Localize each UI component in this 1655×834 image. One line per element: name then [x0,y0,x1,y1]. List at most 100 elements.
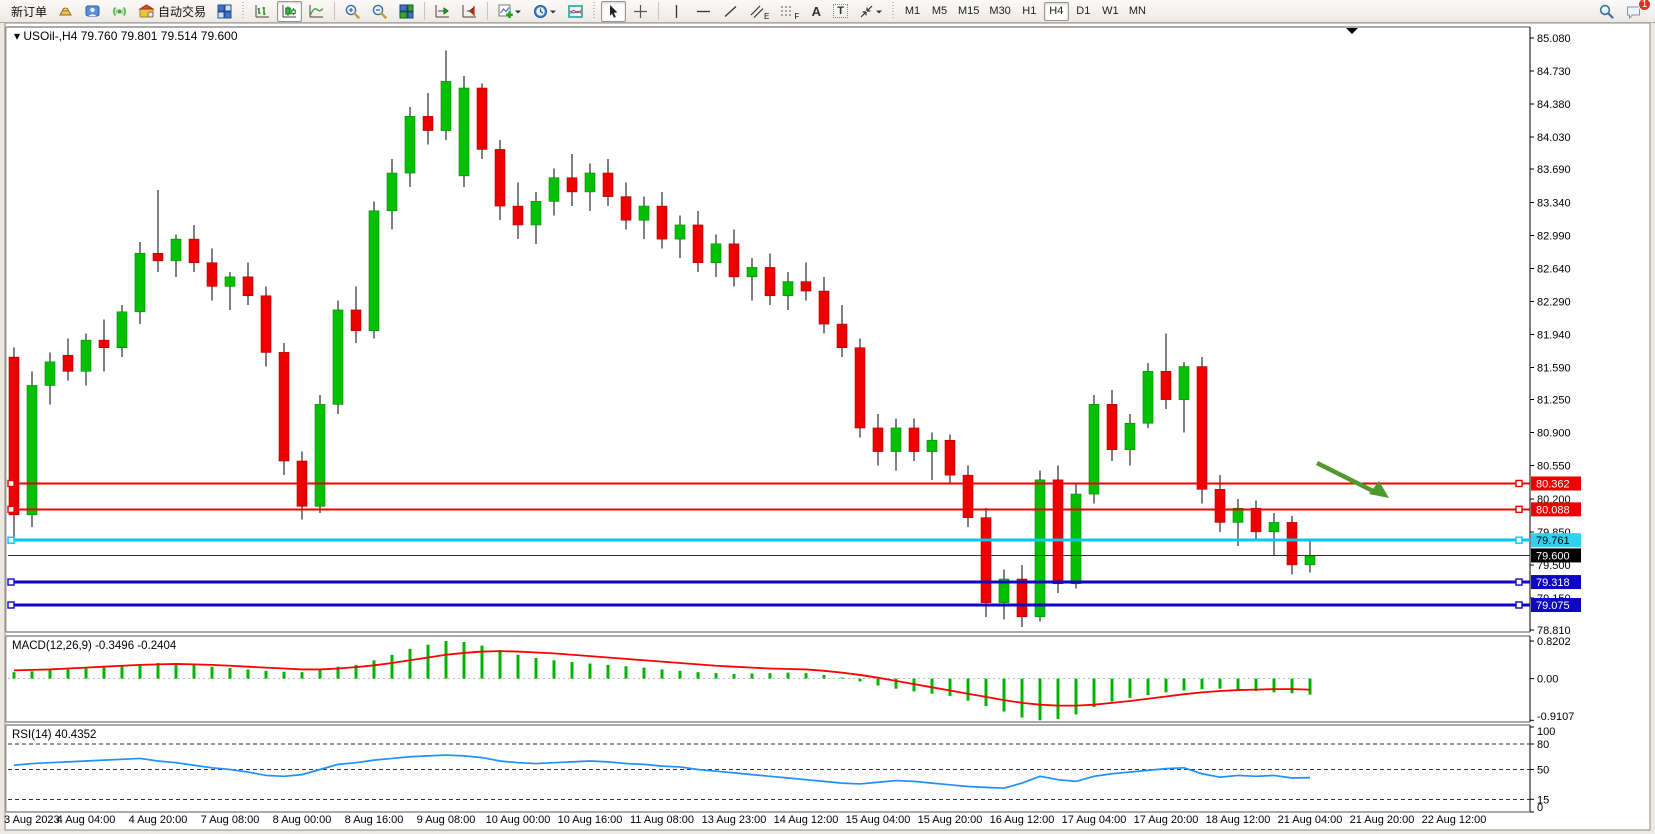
auto-scroll-button[interactable] [430,1,455,22]
bear-candle [567,178,577,192]
bear-candle [657,206,667,239]
price-tick-label: 83.690 [1537,164,1571,176]
horizontal-line-icon [695,3,712,20]
search-button[interactable] [1594,1,1619,22]
text-button[interactable]: A [805,1,827,22]
time-tick-label: 16 Aug 12:00 [990,814,1055,826]
timeframe-h1-button[interactable]: H1 [1017,2,1042,21]
bull-candle [1179,367,1189,400]
line-anchor[interactable] [1516,537,1522,543]
bull-candle [387,173,397,211]
cursor-button[interactable] [601,1,626,22]
price-tick-label: 82.990 [1537,230,1571,242]
auto-scroll-icon [434,3,451,20]
timeframe-w1-button[interactable]: W1 [1098,2,1123,21]
crosshair-button[interactable] [628,1,653,22]
text-label-button[interactable]: T [829,1,852,22]
bar-chart-button[interactable] [250,1,275,22]
zoom-out-button[interactable] [367,1,392,22]
toolbar-grip [241,2,246,20]
dropdown-arrow-icon [514,3,522,20]
line-anchor[interactable] [1516,506,1522,512]
bear-candle [981,518,991,603]
bear-candle [621,197,631,221]
chart-shift-button[interactable] [457,1,482,22]
timeframe-d1-button[interactable]: D1 [1071,2,1096,21]
line-anchor[interactable] [1516,579,1522,585]
bull-candle [1125,423,1135,449]
line-chart-button[interactable] [304,1,329,22]
bull-candle [225,277,235,286]
vertical-line-icon [668,3,685,20]
bear-candle [837,324,847,348]
timeframe-h4-button[interactable]: H4 [1044,2,1069,21]
chart-window[interactable]: ▾ USOil-,H4 79.760 79.801 79.514 79.600M… [0,23,1655,834]
new-order-button[interactable]: 新订单 [4,1,51,22]
bull-candle [675,225,685,239]
indicators-button[interactable] [563,1,588,22]
zoom-in-button[interactable] [340,1,365,22]
bull-candle [549,178,559,202]
price-line-axis-label: 79.600 [1536,550,1570,562]
horizontal-line-button[interactable] [691,1,716,22]
vertical-line-button[interactable] [664,1,689,22]
signals-button[interactable] [107,1,132,22]
candlestick-chart-button[interactable] [277,1,302,22]
notifications-button[interactable]: 1 [1621,1,1646,22]
bull-candle [45,362,55,386]
line-anchor[interactable] [8,602,14,608]
arrows-button[interactable] [854,1,887,22]
tile-windows-button[interactable] [394,1,419,22]
bear-candle [477,88,487,149]
bear-candle [207,263,217,287]
top-toolbar: 新订单 自动交易 [0,0,1655,23]
bull-candle [639,206,649,220]
time-tick-label: 17 Aug 20:00 [1134,814,1199,826]
market-watch-button[interactable] [53,1,78,22]
bear-candle [963,475,973,517]
bear-candle [153,253,163,261]
price-tick-label: 83.340 [1537,197,1571,209]
bull-candle [333,310,343,404]
text-tool-glyph: A [812,4,821,19]
bear-candle [945,440,955,475]
line-anchor[interactable] [1516,602,1522,608]
line-anchor[interactable] [8,480,14,486]
time-tick-label: 14 Aug 12:00 [774,814,839,826]
line-anchor[interactable] [8,506,14,512]
bear-candle [1017,579,1027,617]
time-tick-label: 18 Aug 12:00 [1206,814,1271,826]
price-line-axis-label: 80.088 [1536,504,1570,516]
workspace-button[interactable] [212,1,237,22]
trendline-button[interactable] [718,1,743,22]
line-anchor[interactable] [8,537,14,543]
bull-candle [315,404,325,506]
auto-trading-label: 自动交易 [158,3,206,20]
timeframe-m5-button[interactable]: M5 [927,2,952,21]
line-anchor[interactable] [1516,480,1522,486]
bear-candle [603,173,613,197]
fibonacci-button[interactable]: F [775,1,803,22]
time-tick-label: 21 Aug 20:00 [1350,814,1415,826]
new-chart-button[interactable] [493,1,526,22]
price-line-axis-label: 79.318 [1536,577,1570,589]
gold-ingot-icon [57,3,74,20]
bear-candle [1107,404,1117,449]
bull-candle [441,81,451,130]
auto-trading-button[interactable]: 自动交易 [134,1,210,22]
chart-period-button[interactable] [528,1,561,22]
bull-candle [117,312,127,348]
timeframe-m15-button[interactable]: M15 [954,2,983,21]
timeframe-m30-button[interactable]: M30 [985,2,1014,21]
equidistant-channel-button[interactable]: E [745,1,773,22]
usoil-h4-chart[interactable]: ▾ USOil-,H4 79.760 79.801 79.514 79.600M… [0,23,1655,834]
line-anchor[interactable] [8,579,14,585]
label-tool-glyph: T [833,4,848,18]
community-button[interactable] [80,1,105,22]
timeframe-m1-button[interactable]: M1 [900,2,925,21]
timeframe-mn-button[interactable]: MN [1125,2,1150,21]
chart-title: ▾ USOil-,H4 79.760 79.801 79.514 79.600 [14,29,238,43]
bear-candle [1161,371,1171,399]
rsi-label: RSI(14) 40.4352 [12,729,96,741]
time-tick-label: 13 Aug 23:00 [702,814,767,826]
